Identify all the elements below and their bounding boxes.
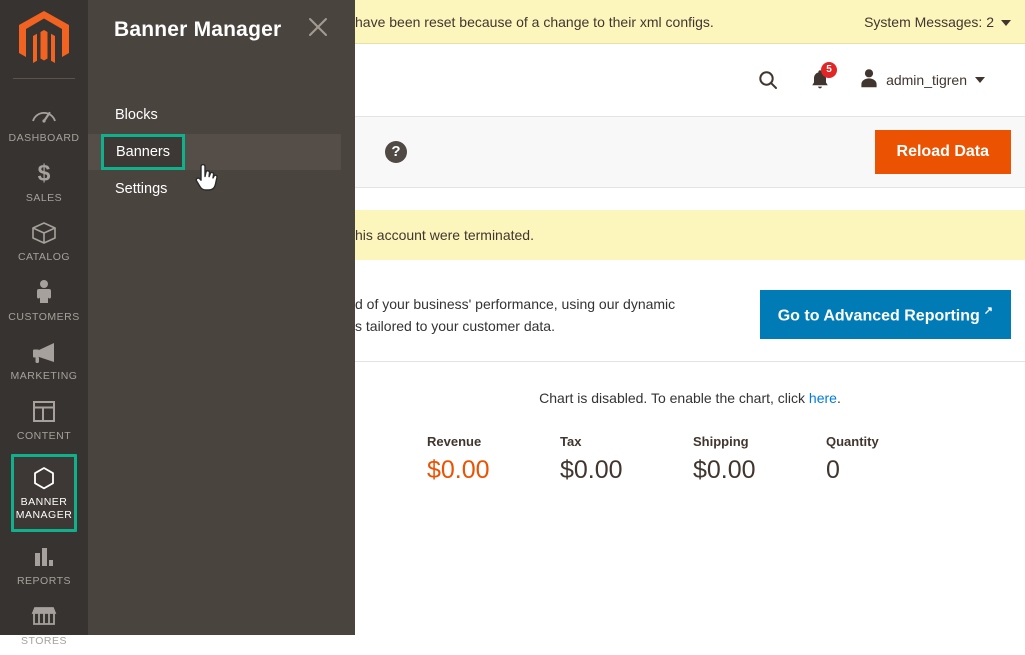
sidebar-item-label: SALES: [0, 192, 88, 205]
person-icon: [0, 278, 88, 308]
layout-icon: [0, 397, 88, 427]
sidebar-item-label-line2: MANAGER: [16, 509, 73, 521]
close-icon[interactable]: [305, 14, 331, 40]
main-content: have been reset because of a change to t…: [355, 0, 1025, 635]
bar-chart-icon: [0, 542, 88, 572]
banner-manager-flyout-panel: Banner Manager Blocks Banners Settings: [88, 0, 355, 635]
sidebar-item-stores[interactable]: STORES: [0, 596, 88, 655]
sidebar-item-content[interactable]: CONTENT: [0, 391, 88, 451]
stat-revenue: Revenue $0.00: [427, 434, 560, 485]
dashboard-stats-row: Revenue $0.00 Tax $0.00 Shipping $0.00 Q…: [355, 406, 1025, 485]
flyout-item-label[interactable]: Banners: [101, 134, 185, 170]
svg-text:$: $: [38, 160, 51, 186]
notifications-badge: 5: [821, 62, 837, 78]
magento-logo-icon[interactable]: [0, 0, 88, 78]
user-avatar-icon: [860, 68, 878, 93]
stat-tax: Tax $0.00: [560, 434, 693, 485]
go-to-advanced-reporting-button[interactable]: Go to Advanced Reporting ↗: [760, 290, 1011, 339]
admin-username: admin_tigren: [886, 72, 967, 88]
sidebar-item-label: MARKETING: [0, 370, 88, 383]
stat-label: Revenue: [427, 434, 560, 449]
sidebar-item-label: CONTENT: [0, 430, 88, 443]
sidebar-item-label: STORES: [0, 635, 88, 648]
stat-label: Tax: [560, 434, 693, 449]
admin-user-bar: 5 admin_tigren: [355, 44, 1025, 116]
chart-notice-suffix: .: [837, 390, 841, 406]
help-icon[interactable]: ?: [385, 141, 407, 163]
chevron-down-icon: [975, 77, 985, 83]
chart-notice-prefix: Chart is disabled. To enable the chart, …: [539, 390, 809, 406]
gauge-icon: [0, 99, 88, 129]
advanced-reporting-description: d of your business' performance, using o…: [355, 293, 675, 337]
flyout-title: Banner Manager: [114, 18, 335, 42]
sidebar-divider: [13, 78, 75, 79]
sidebar-item-label: CUSTOMERS: [0, 311, 88, 324]
megaphone-icon: [0, 337, 88, 367]
system-message-text: have been reset because of a change to t…: [355, 14, 714, 30]
flyout-item-label[interactable]: Settings: [88, 170, 355, 208]
account-message-text: his account were terminated.: [355, 227, 534, 243]
sidebar-item-customers[interactable]: CUSTOMERS: [0, 272, 88, 332]
sidebar-item-banner-manager[interactable]: BANNER MANAGER: [11, 454, 77, 532]
box-icon: [0, 218, 88, 248]
flyout-item-settings[interactable]: Settings: [88, 170, 355, 208]
stat-value: $0.00: [427, 456, 560, 485]
flyout-menu: Blocks Banners Settings: [88, 96, 355, 208]
dollar-icon: $: [0, 159, 88, 189]
chart-disabled-notice: Chart is disabled. To enable the chart, …: [355, 362, 1025, 406]
page-actions-toolbar: ? Reload Data: [355, 116, 1025, 188]
reload-data-button[interactable]: Reload Data: [875, 130, 1011, 174]
system-messages-counter-label: System Messages: 2: [864, 14, 994, 30]
sidebar-item-label: CATALOG: [0, 251, 88, 264]
stat-label: Quantity: [826, 434, 959, 449]
stat-value: 0: [826, 456, 959, 485]
hexagon-icon: [14, 463, 74, 493]
advanced-reporting-line-1: d of your business' performance, using o…: [355, 293, 675, 315]
chevron-down-icon: [1001, 20, 1011, 26]
flyout-header: Banner Manager: [88, 0, 355, 42]
notifications-bell-icon[interactable]: 5: [810, 69, 830, 91]
sidebar-item-catalog[interactable]: CATALOG: [0, 212, 88, 272]
system-message-bar: have been reset because of a change to t…: [355, 0, 1025, 44]
stat-value: $0.00: [560, 456, 693, 485]
stat-value: $0.00: [693, 456, 826, 485]
admin-user-menu[interactable]: admin_tigren: [860, 68, 985, 93]
external-link-icon: ↗: [984, 305, 993, 317]
flyout-item-blocks[interactable]: Blocks: [88, 96, 355, 134]
sidebar-item-dashboard[interactable]: DASHBOARD: [0, 93, 88, 153]
go-to-advanced-reporting-label: Go to Advanced Reporting: [778, 307, 980, 324]
sidebar-item-label-line1: BANNER: [21, 496, 68, 508]
sidebar-item-label: BANNER MANAGER: [14, 496, 74, 521]
flyout-item-label[interactable]: Blocks: [88, 96, 355, 134]
stat-shipping: Shipping $0.00: [693, 434, 826, 485]
search-icon[interactable]: [756, 68, 780, 92]
admin-sidebar: DASHBOARD $ SALES CATALOG CUSTOMERS: [0, 0, 88, 635]
sidebar-item-label: DASHBOARD: [0, 132, 88, 145]
stat-quantity: Quantity 0: [826, 434, 959, 485]
sidebar-item-marketing[interactable]: MARKETING: [0, 331, 88, 391]
system-messages-counter[interactable]: System Messages: 2: [864, 14, 1011, 30]
account-message-bar: his account were terminated.: [355, 210, 1025, 260]
sidebar-item-reports[interactable]: REPORTS: [0, 536, 88, 596]
advanced-reporting-line-2: s tailored to your customer data.: [355, 315, 675, 337]
stat-label: Shipping: [693, 434, 826, 449]
advanced-reporting-section: d of your business' performance, using o…: [355, 260, 1025, 362]
flyout-item-banners[interactable]: Banners: [88, 134, 341, 170]
sidebar-item-sales[interactable]: $ SALES: [0, 153, 88, 213]
sidebar-item-label: REPORTS: [0, 575, 88, 588]
enable-chart-link[interactable]: here: [809, 390, 837, 406]
storefront-icon: [0, 602, 88, 632]
